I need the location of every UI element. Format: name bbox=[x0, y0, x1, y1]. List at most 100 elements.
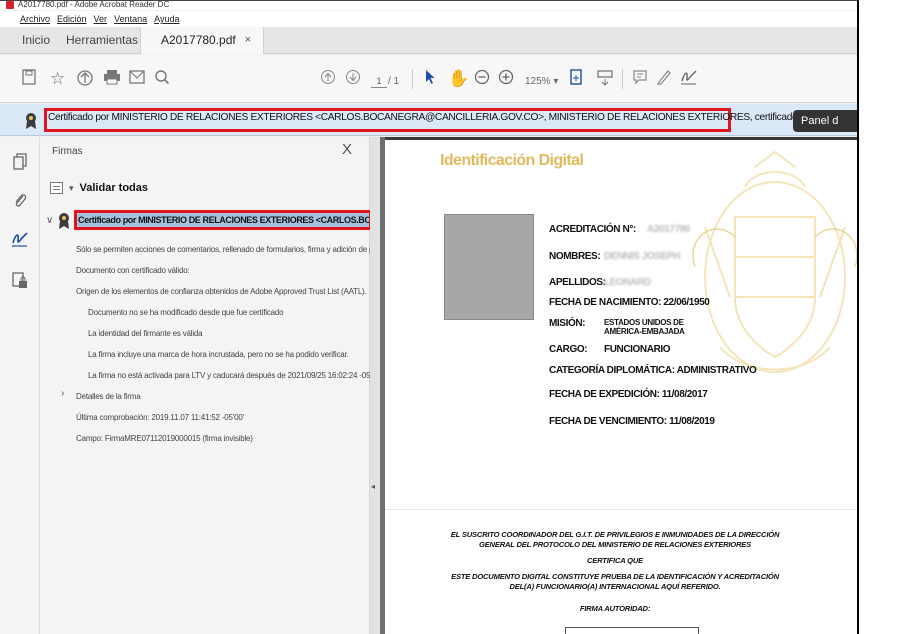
signature-label[interactable]: Certificado por MINISTERIO DE RELACIONES… bbox=[78, 215, 369, 225]
statement-line-3: CERTIFICA QUE bbox=[586, 556, 644, 565]
toolbar: ☆ 1 / 1 ✋ 125% ▾ bbox=[0, 55, 857, 103]
left-rail bbox=[0, 137, 40, 634]
birth-date: FECHA DE NACIMIENTO: 22/06/1950 bbox=[549, 297, 710, 308]
acrobat-window: A2017780.pdf - Adobe Acrobat Reader DC A… bbox=[0, 0, 857, 634]
detail-timestamp: La firma incluye una marca de hora incru… bbox=[88, 350, 349, 359]
detail-identity-valid: La identidad del firmante es válida bbox=[88, 329, 203, 338]
page-top-edge bbox=[385, 137, 857, 140]
mision-value-2: AMÉRICA-EMBAJADA bbox=[604, 327, 685, 336]
tab-bar: Inicio Herramientas A2017780.pdf × bbox=[0, 27, 857, 54]
detail-valid-cert: Documento con certificado válido: bbox=[76, 266, 190, 275]
toolbar-divider bbox=[622, 69, 623, 89]
highlight-pen-icon[interactable] bbox=[656, 69, 672, 89]
detail-permissions: Sólo se permiten acciones de comentarios… bbox=[76, 245, 396, 254]
mision-value-1: ESTADOS UNIDOS DE bbox=[604, 318, 684, 327]
expiry-date: FECHA DE VENCIMIENTO: 11/08/2019 bbox=[549, 416, 715, 427]
apellidos-value: LEONARD bbox=[604, 277, 651, 288]
detail-field: Campo: FirmaMRE07112019000015 (firma inv… bbox=[76, 434, 253, 443]
certificate-medal-icon bbox=[58, 212, 70, 230]
cargo-value: FUNCIONARIO bbox=[604, 344, 671, 355]
signature-authority-label: FIRMA AUTORIDAD: bbox=[579, 604, 651, 613]
page-up-icon[interactable] bbox=[320, 69, 336, 89]
acrobat-app-icon bbox=[6, 1, 14, 9]
tab-document[interactable]: A2017780.pdf × bbox=[140, 27, 264, 54]
attachment-icon[interactable] bbox=[10, 191, 30, 211]
statement-line-2: GENERAL DEL PROTOCOLO DEL MINISTERIO DE … bbox=[478, 540, 752, 549]
email-icon[interactable] bbox=[129, 69, 145, 89]
statement-line-4: ESTE DOCUMENTO DIGITAL CONSTITUYE PRUEBA… bbox=[451, 572, 779, 581]
frame-right-border bbox=[857, 0, 859, 634]
validate-all-row[interactable]: ▾ Validar todas bbox=[50, 179, 148, 197]
statement-line-5: DEL(A) FUNCIONARIO(A) INTERNACIONAL AQUÍ… bbox=[509, 582, 721, 591]
mision-label: MISIÓN: bbox=[549, 318, 586, 329]
detail-last-check: Última comprobación: 2019.11.07 11:41:52… bbox=[76, 413, 244, 422]
page-total: / 1 bbox=[388, 76, 400, 87]
acreditacion-value: A2017780 bbox=[647, 224, 690, 235]
id-photo-placeholder bbox=[444, 214, 534, 320]
zoom-in-icon[interactable] bbox=[498, 69, 514, 89]
comment-icon[interactable] bbox=[632, 69, 648, 89]
nombres-value: DENNIS JOSEPH bbox=[604, 251, 680, 262]
bookmark-star-icon[interactable]: ☆ bbox=[50, 69, 65, 89]
issue-date: FECHA DE EXPEDICIÓN: 11/08/2017 bbox=[549, 389, 708, 400]
page-down-icon[interactable] bbox=[345, 69, 361, 89]
title-bar: A2017780.pdf - Adobe Acrobat Reader DC bbox=[0, 0, 857, 10]
hand-icon[interactable]: ✋ bbox=[448, 69, 469, 89]
nombres-label: NOMBRES: bbox=[549, 251, 601, 262]
print-icon[interactable] bbox=[103, 69, 121, 89]
detail-trust-source: Origen de los elementos de confianza obt… bbox=[76, 287, 367, 296]
signatures-panel: Firmas X ▾ Validar todas ∨ Certificado p… bbox=[40, 137, 396, 634]
upload-icon[interactable] bbox=[76, 69, 94, 89]
tab-herramientas[interactable]: Herramientas bbox=[66, 27, 138, 54]
lock-document-icon[interactable] bbox=[10, 271, 30, 291]
menu-archivo[interactable]: Archivo bbox=[20, 11, 50, 27]
panel-title: Firmas bbox=[52, 146, 83, 157]
signature-panel-button[interactable]: Panel d bbox=[793, 110, 857, 132]
signature-details-link[interactable]: Detalles de la firma bbox=[76, 392, 141, 401]
toolbar-divider bbox=[412, 69, 413, 89]
validate-all-button[interactable]: Validar todas bbox=[80, 182, 148, 194]
options-menu-icon[interactable] bbox=[50, 182, 63, 194]
frame-top-border bbox=[0, 0, 858, 1]
signatures-icon[interactable] bbox=[10, 231, 30, 251]
tab-inicio[interactable]: Inicio bbox=[22, 27, 50, 54]
chevron-right-icon[interactable]: › bbox=[61, 388, 64, 399]
zoom-out-icon[interactable] bbox=[474, 69, 490, 89]
chevron-down-icon[interactable]: ∨ bbox=[46, 215, 53, 226]
menu-ayuda[interactable]: Ayuda bbox=[154, 11, 179, 27]
window-title: A2017780.pdf - Adobe Acrobat Reader DC bbox=[18, 0, 170, 9]
menu-ventana[interactable]: Ventana bbox=[114, 11, 147, 27]
fit-page-icon[interactable] bbox=[568, 69, 586, 89]
pdf-page: Identificación Digital ACREDITACIÓN N°: … bbox=[385, 137, 857, 634]
certificate-medal-icon bbox=[24, 112, 38, 130]
search-icon[interactable] bbox=[154, 69, 170, 89]
scroll-mode-icon[interactable] bbox=[596, 69, 614, 89]
tab-close-icon[interactable]: × bbox=[245, 27, 251, 54]
select-cursor-icon[interactable] bbox=[424, 69, 436, 89]
document-title: Identificación Digital bbox=[440, 152, 584, 169]
signature-tree-row[interactable]: ∨ Certificado por MINISTERIO DE RELACION… bbox=[46, 209, 372, 235]
collapse-left-icon[interactable]: ◂ bbox=[371, 482, 375, 491]
pages-icon[interactable] bbox=[10, 153, 30, 173]
close-icon[interactable]: X bbox=[342, 141, 352, 158]
zoom-level[interactable]: 125% ▾ bbox=[525, 72, 558, 92]
certification-bar: Certificado por MINISTERIO DE RELACIONES… bbox=[0, 104, 857, 136]
sign-icon[interactable] bbox=[680, 69, 698, 89]
document-viewport[interactable]: Identificación Digital ACREDITACIÓN N°: … bbox=[380, 137, 857, 634]
menu-edicion[interactable]: Edición bbox=[57, 11, 87, 27]
detail-ltv: La firma no está activada para LTV y cad… bbox=[88, 371, 382, 380]
cargo-label: CARGO: bbox=[549, 344, 588, 355]
zoom-value: 125% bbox=[525, 76, 551, 87]
page-section-divider bbox=[385, 509, 857, 510]
detail-not-modified: Documento no se ha modificado desde que … bbox=[88, 308, 284, 317]
chevron-down-icon[interactable]: ▾ bbox=[69, 183, 74, 194]
menu-ver[interactable]: Ver bbox=[94, 11, 108, 27]
apellidos-label: APELLIDOS: bbox=[549, 277, 606, 288]
save-icon[interactable] bbox=[22, 69, 36, 89]
menu-bar: Archivo Edición Ver Ventana Ayuda bbox=[0, 11, 857, 27]
page-number-input[interactable]: 1 bbox=[371, 74, 387, 88]
tab-document-label: A2017780.pdf bbox=[161, 33, 236, 47]
panel-collapse-bar[interactable]: ◂ bbox=[370, 137, 380, 634]
certification-text: Certificado por MINISTERIO DE RELACIONES… bbox=[48, 112, 857, 123]
diplomatic-category: CATEGORÍA DIPLOMÁTICA: ADMINISTRATIVO bbox=[549, 365, 757, 376]
